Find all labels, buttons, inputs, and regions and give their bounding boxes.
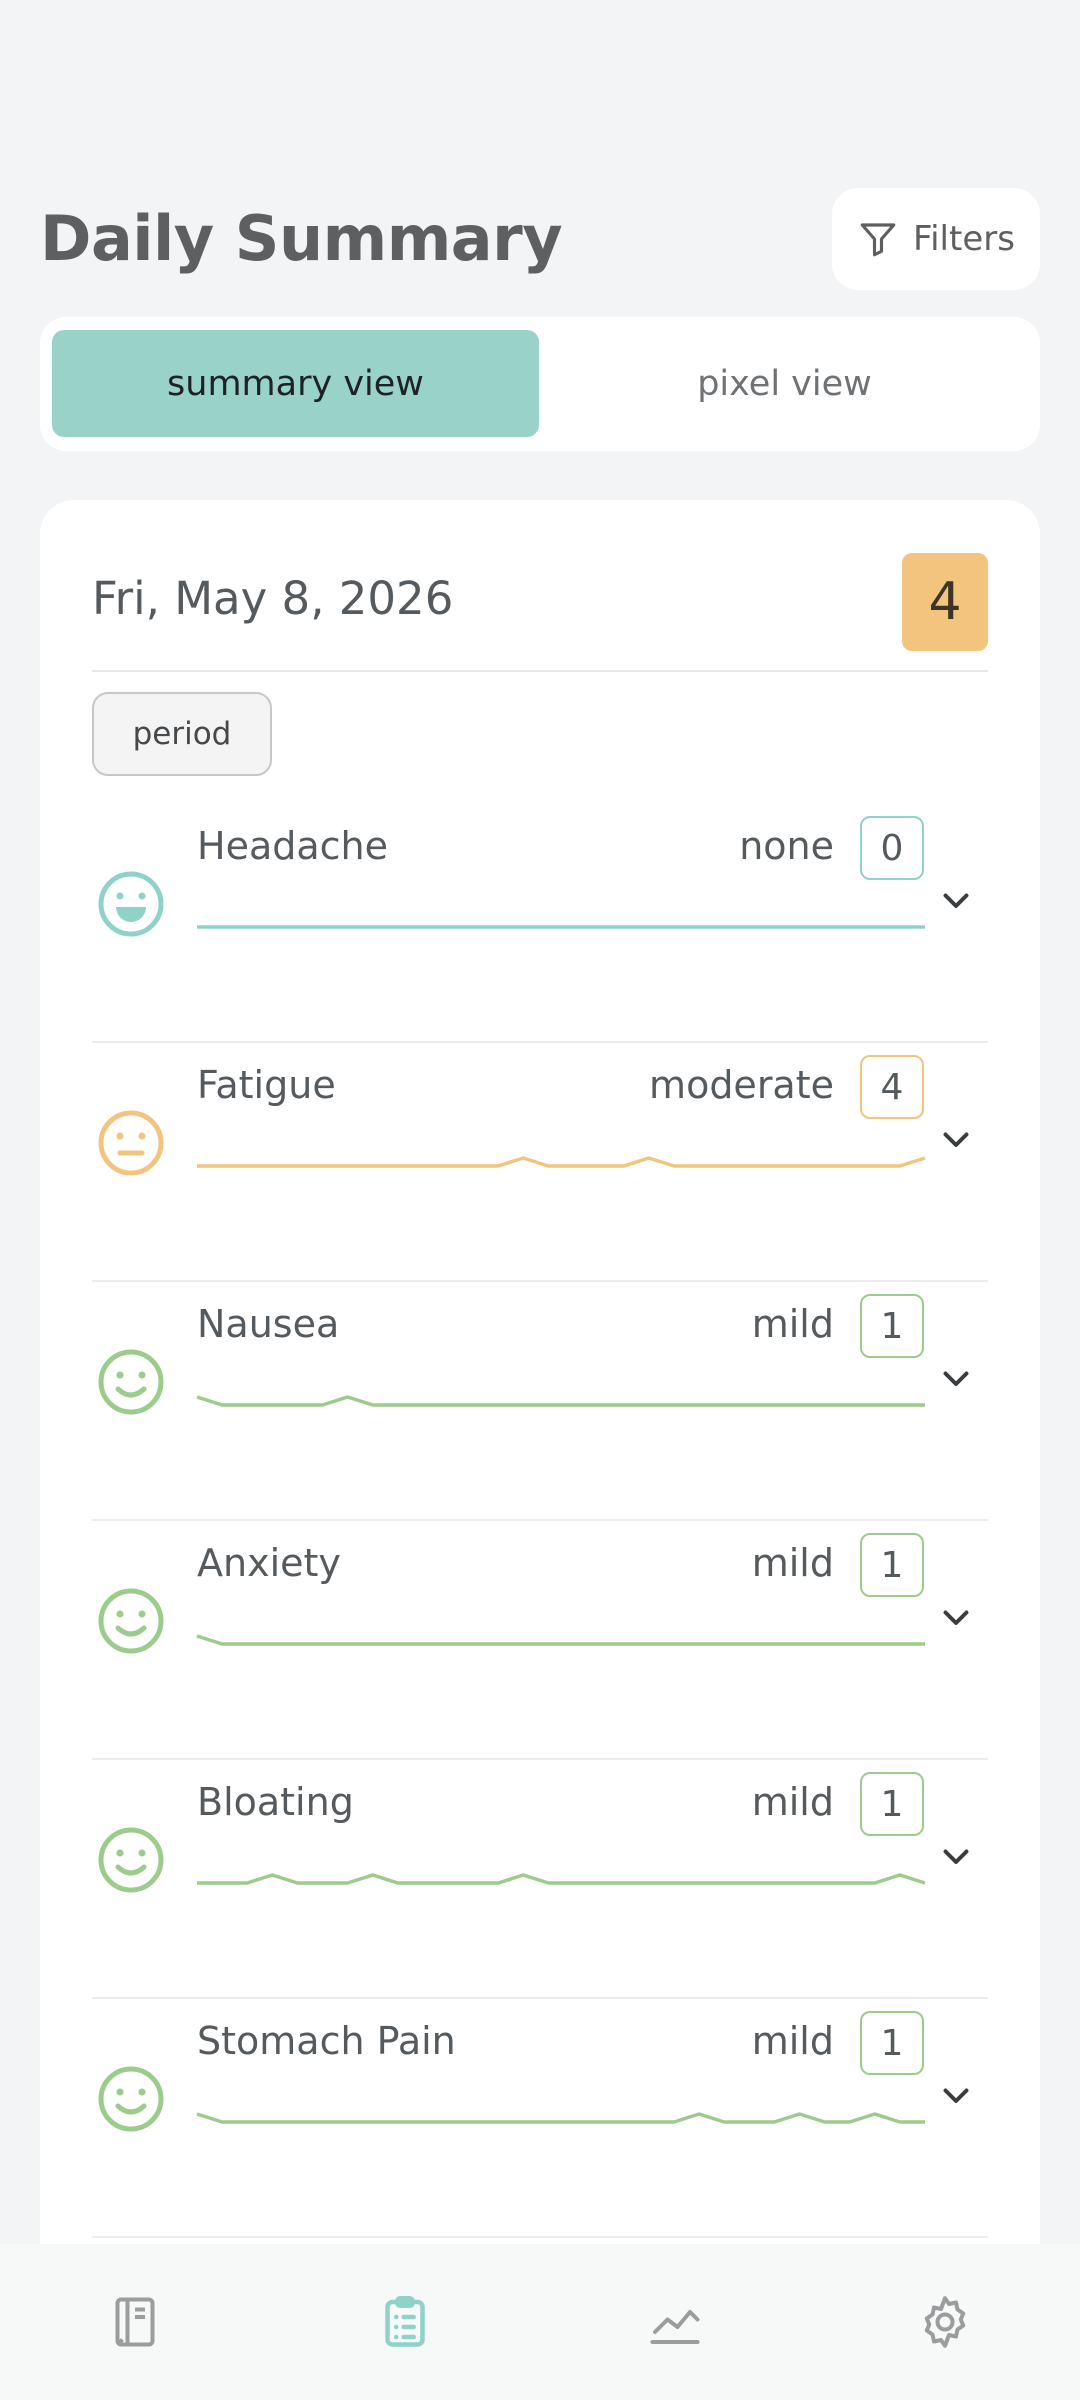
nav-journal[interactable] bbox=[95, 2282, 175, 2362]
symptom-row[interactable]: Bloating mild 1 bbox=[92, 1760, 988, 1999]
day-summary-card: Fri, May 8, 2026 4 period Headache none 0 F… bbox=[40, 500, 1040, 2400]
symptom-score: 1 bbox=[860, 1294, 924, 1358]
symptom-score: 1 bbox=[860, 1533, 924, 1597]
filter-icon bbox=[860, 223, 896, 257]
trend-line bbox=[197, 1873, 926, 1885]
symptom-row[interactable]: Fatigue moderate 4 bbox=[92, 1043, 988, 1282]
smile-face-icon bbox=[98, 2066, 164, 2132]
chevron-down-icon[interactable] bbox=[938, 1360, 974, 1396]
symptom-name: Anxiety bbox=[197, 1541, 341, 1585]
symptom-name: Stomach Pain bbox=[197, 2019, 456, 2063]
header: Daily Summary Filters bbox=[40, 188, 1040, 292]
filters-label: Filters bbox=[913, 219, 1015, 259]
row-divider bbox=[92, 2236, 988, 2238]
chevron-down-icon[interactable] bbox=[938, 1121, 974, 1157]
symptom-name: Fatigue bbox=[197, 1063, 336, 1107]
symptom-level: mild bbox=[751, 2019, 834, 2063]
symptom-row[interactable]: Stomach Pain mild 1 bbox=[92, 1999, 988, 2238]
day-score-badge: 4 bbox=[902, 553, 988, 651]
symptom-level: mild bbox=[751, 1541, 834, 1585]
symptom-name: Headache bbox=[197, 824, 389, 868]
clipboard-icon bbox=[385, 2296, 425, 2347]
neutral-face-icon bbox=[98, 1110, 164, 1176]
symptom-level: mild bbox=[751, 1302, 834, 1346]
symptom-name: Bloating bbox=[197, 1780, 354, 1824]
smile-face-icon bbox=[98, 1349, 164, 1415]
nav-summary[interactable] bbox=[365, 2282, 445, 2362]
trend-sparkline bbox=[196, 1395, 925, 1407]
smile-face-icon bbox=[98, 1827, 164, 1893]
trend-sparkline bbox=[197, 925, 925, 929]
symptom-level: none bbox=[739, 824, 834, 868]
chevron-down-icon[interactable] bbox=[938, 1838, 974, 1874]
page-title: Daily Summary bbox=[40, 202, 563, 275]
tab-pixel-view[interactable]: pixel view bbox=[541, 330, 1028, 437]
symptom-score: 1 bbox=[860, 2011, 924, 2075]
smile-face-icon bbox=[98, 1588, 164, 1654]
view-toggle: summary view pixel view bbox=[40, 317, 1040, 451]
trend-sparkline bbox=[197, 1156, 926, 1168]
symptom-level: mild bbox=[751, 1780, 834, 1824]
bottom-nav bbox=[0, 2244, 1080, 2400]
divider bbox=[92, 670, 988, 672]
chart-icon bbox=[650, 2310, 700, 2344]
symptom-name: Nausea bbox=[197, 1302, 340, 1346]
chevron-down-icon[interactable] bbox=[938, 1599, 974, 1635]
tag-chip[interactable]: period bbox=[92, 692, 272, 776]
trend-sparkline bbox=[196, 2112, 925, 2124]
gear-icon bbox=[924, 2296, 966, 2348]
nav-settings[interactable] bbox=[905, 2282, 985, 2362]
symptom-level: moderate bbox=[649, 1063, 834, 1107]
symptom-row[interactable]: Nausea mild 1 bbox=[92, 1282, 988, 1521]
chevron-down-icon[interactable] bbox=[938, 882, 974, 918]
trend-sparkline bbox=[196, 1634, 925, 1646]
trend-line bbox=[197, 1156, 926, 1168]
trend-line bbox=[196, 1395, 925, 1407]
symptom-score: 1 bbox=[860, 1772, 924, 1836]
symptom-row[interactable]: Anxiety mild 1 bbox=[92, 1521, 988, 1760]
chevron-down-icon[interactable] bbox=[938, 2077, 974, 2113]
symptom-row[interactable]: Headache none 0 bbox=[92, 804, 988, 1043]
symptom-score: 4 bbox=[860, 1055, 924, 1119]
grin-face-icon bbox=[98, 871, 164, 937]
trend-sparkline bbox=[197, 1873, 926, 1885]
filters-button[interactable]: Filters bbox=[832, 188, 1040, 290]
trend-line bbox=[196, 2112, 925, 2124]
trend-line bbox=[196, 1634, 925, 1646]
tab-summary-view[interactable]: summary view bbox=[52, 330, 539, 437]
journal-icon bbox=[115, 2297, 155, 2347]
date-label: Fri, May 8, 2026 bbox=[92, 572, 454, 625]
symptom-score: 0 bbox=[860, 816, 924, 880]
nav-trends[interactable] bbox=[635, 2282, 715, 2362]
